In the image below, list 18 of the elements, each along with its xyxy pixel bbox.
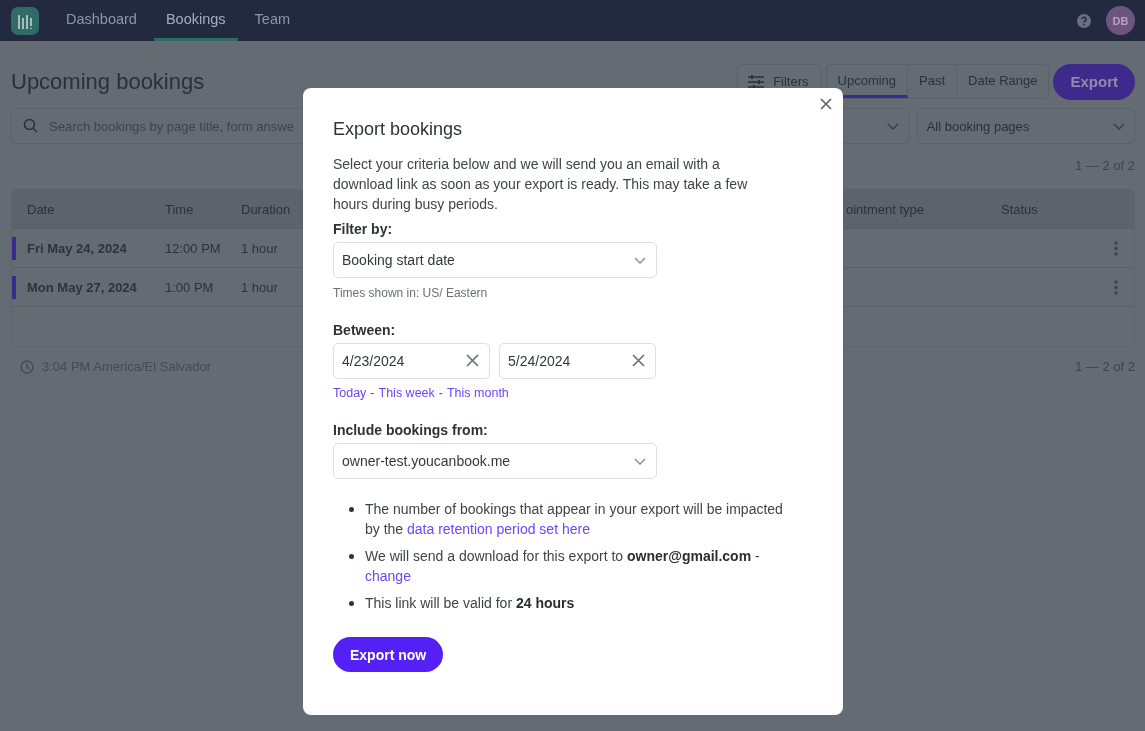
field-label: Filter by: <box>333 221 394 237</box>
table-cell: Mon May 27, 2024 <box>27 279 137 295</box>
table-cell: 1:00 PM <box>165 279 214 295</box>
table-cell: 1 hour <box>241 279 278 295</box>
field-label: Between: <box>333 322 397 338</box>
table-cell: 1 hour <box>241 240 278 256</box>
timezone-hint: Times shown in: US/ Eastern <box>333 286 489 300</box>
intro-text: Select your criteria below and we will send you an email with a download link as soon as your export is ready. This may take a few hours during busy periods. <box>333 155 749 214</box>
field-label: Include bookings from: <box>333 422 489 438</box>
note-text: We will send a download for this export to owner@gmail.com - change <box>365 547 761 586</box>
note-text: This link will be valid for 24 hours <box>365 594 575 613</box>
separator: - <box>438 386 443 400</box>
table-cell: 12:00 PM <box>165 240 221 256</box>
separator: - <box>370 386 375 400</box>
page-title: Upcoming bookings <box>11 68 205 95</box>
dialog-title: Export bookings <box>333 119 464 140</box>
table-cell: Fri May 24, 2024 <box>27 240 127 256</box>
note-text: The number of bookings that appear in your export will be impacted by the data retention period set here <box>365 500 784 539</box>
